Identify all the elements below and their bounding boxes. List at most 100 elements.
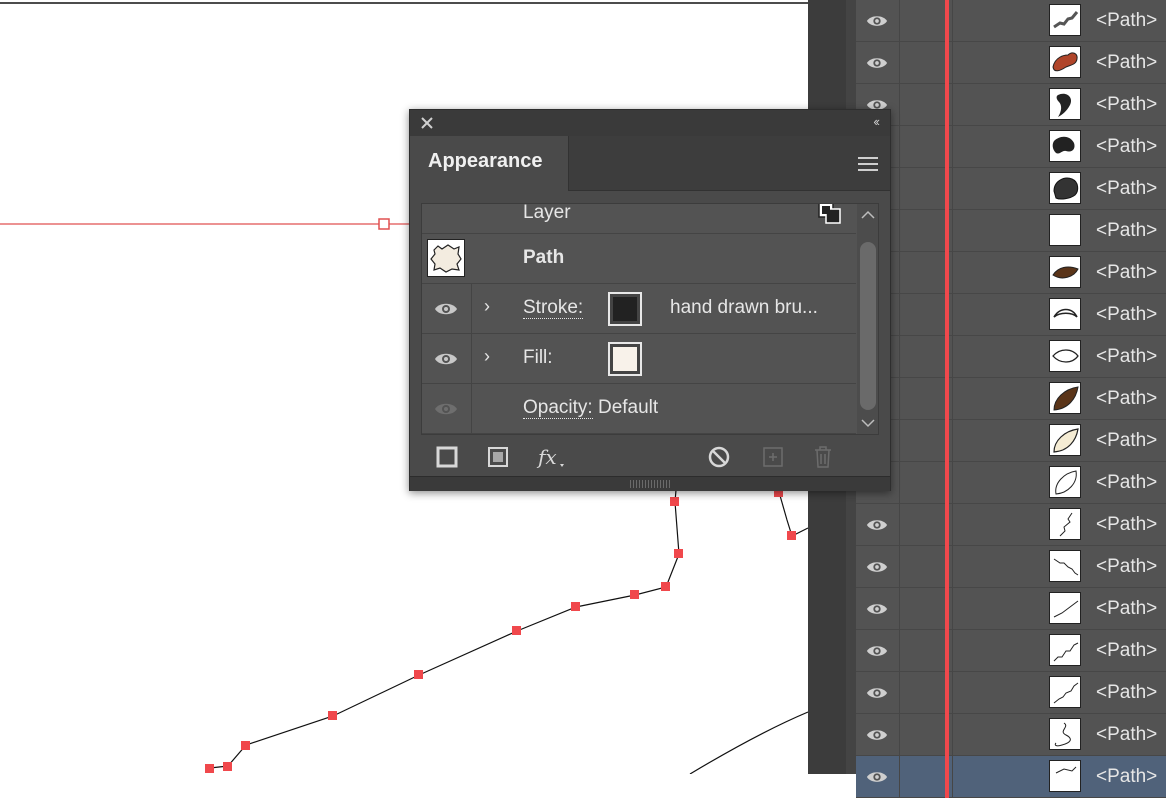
layer-row[interactable]: <Path> — [856, 546, 1166, 588]
layer-name[interactable]: <Path> — [1096, 766, 1157, 788]
layer-color-bar — [945, 420, 949, 462]
path-thumbnail — [427, 239, 465, 277]
layer-row[interactable]: <Path> — [856, 42, 1166, 84]
layer-name[interactable]: <Path> — [1096, 94, 1157, 116]
layer-color-bar — [945, 294, 949, 336]
fx-icon[interactable]: fx — [536, 444, 570, 470]
layer-name[interactable]: <Path> — [1096, 682, 1157, 704]
appearance-footer: fx — [410, 440, 890, 474]
layer-name[interactable]: <Path> — [1096, 262, 1157, 284]
layer-row[interactable]: <Path> — [856, 504, 1166, 546]
panel-resize-grip[interactable] — [410, 476, 890, 491]
layer-name[interactable]: <Path> — [1096, 304, 1157, 326]
layer-row[interactable]: <Path> — [856, 378, 1166, 420]
layer-row[interactable]: <Path> — [856, 714, 1166, 756]
layer-row[interactable]: <Path> — [856, 168, 1166, 210]
layer-row[interactable]: <Path> — [856, 336, 1166, 378]
layer-color-bar — [945, 546, 949, 588]
layer-thumbnail — [1049, 46, 1081, 78]
layer-row[interactable]: <Path> — [856, 756, 1166, 798]
scrollbar-thumb[interactable] — [860, 242, 876, 410]
stroke-value[interactable]: hand drawn bru... — [670, 297, 818, 319]
opacity-value[interactable]: Default — [598, 397, 658, 418]
stroke-swatch[interactable] — [608, 292, 642, 326]
layer-name[interactable]: <Path> — [1096, 724, 1157, 746]
visibility-eye-icon[interactable] — [866, 10, 888, 32]
visibility-eye-icon[interactable] — [866, 52, 888, 74]
layer-name[interactable]: <Path> — [1096, 136, 1157, 158]
scroll-up-icon[interactable] — [861, 210, 875, 220]
layer-color-bar — [945, 84, 949, 126]
layer-thumbnail — [1049, 550, 1081, 582]
appearance-row-path[interactable]: Path — [422, 234, 856, 284]
fill-label: Fill: — [523, 347, 553, 368]
layer-target-icon[interactable] — [818, 203, 842, 224]
stroke-visibility-icon[interactable] — [422, 284, 472, 334]
visibility-eye-icon[interactable] — [866, 724, 888, 746]
close-icon[interactable] — [418, 114, 436, 132]
opacity-label[interactable]: Opacity: — [523, 397, 593, 419]
scroll-down-icon[interactable] — [861, 418, 875, 428]
layer-row[interactable]: <Path> — [856, 252, 1166, 294]
layer-color-bar — [945, 588, 949, 630]
layer-name[interactable]: <Path> — [1096, 556, 1157, 578]
add-stroke-icon[interactable] — [434, 444, 460, 470]
layer-row[interactable]: <Path> — [856, 420, 1166, 462]
layer-thumbnail — [1049, 4, 1081, 36]
layer-thumbnail — [1049, 508, 1081, 540]
panel-titlebar[interactable]: ‹‹ — [410, 110, 890, 136]
stroke-label[interactable]: Stroke: — [523, 297, 584, 319]
fill-swatch[interactable] — [608, 342, 642, 376]
layer-row[interactable]: <Path> — [856, 294, 1166, 336]
layer-name[interactable]: <Path> — [1096, 598, 1157, 620]
layer-name[interactable]: <Path> — [1096, 472, 1157, 494]
layer-row[interactable]: <Path> — [856, 210, 1166, 252]
visibility-eye-icon[interactable] — [866, 640, 888, 662]
layer-name[interactable]: <Path> — [1096, 640, 1157, 662]
layer-color-bar — [945, 0, 949, 42]
visibility-eye-icon[interactable] — [866, 514, 888, 536]
layer-color-bar — [945, 42, 949, 84]
clear-appearance-icon[interactable] — [706, 444, 732, 470]
opacity-visibility-icon — [422, 384, 472, 434]
appearance-row-fill[interactable]: › Fill: — [422, 334, 856, 384]
layer-row[interactable]: <Path> — [856, 462, 1166, 504]
stroke-expand-chevron-icon[interactable]: › — [484, 296, 490, 317]
visibility-eye-icon[interactable] — [866, 598, 888, 620]
visibility-eye-icon[interactable] — [866, 556, 888, 578]
layer-name[interactable]: <Path> — [1096, 430, 1157, 452]
layer-row[interactable]: <Path> — [856, 84, 1166, 126]
appearance-row-stroke[interactable]: › Stroke: hand drawn bru... — [422, 284, 856, 334]
add-fill-icon[interactable] — [485, 444, 511, 470]
tab-appearance[interactable]: Appearance — [410, 136, 569, 191]
layer-name[interactable]: <Path> — [1096, 10, 1157, 32]
visibility-eye-icon[interactable] — [866, 682, 888, 704]
appearance-scrollbar[interactable] — [857, 204, 878, 434]
collapse-icon[interactable]: ‹‹ — [873, 114, 880, 129]
layer-color-bar — [945, 210, 949, 252]
layer-name[interactable]: <Path> — [1096, 514, 1157, 536]
fill-expand-chevron-icon[interactable]: › — [484, 346, 490, 367]
visibility-eye-icon[interactable] — [866, 766, 888, 788]
delete-item-icon — [815, 446, 831, 468]
layer-row[interactable]: <Path> — [856, 672, 1166, 714]
layer-color-bar — [945, 630, 949, 672]
appearance-list: Layer Path › Stroke: hand drawn bru... ›… — [421, 203, 879, 435]
layer-name[interactable]: <Path> — [1096, 346, 1157, 368]
layer-name[interactable]: <Path> — [1096, 52, 1157, 74]
layer-color-bar — [945, 756, 949, 798]
layer-name[interactable]: <Path> — [1096, 220, 1157, 242]
appearance-row-opacity[interactable]: Opacity: Default — [422, 384, 856, 434]
layer-row[interactable]: <Path> — [856, 0, 1166, 42]
appearance-row-layer[interactable]: Layer — [422, 203, 856, 234]
layer-row[interactable]: <Path> — [856, 126, 1166, 168]
layer-color-bar — [945, 126, 949, 168]
layer-thumbnail — [1049, 718, 1081, 750]
fill-visibility-icon[interactable] — [422, 334, 472, 384]
layer-row[interactable]: <Path> — [856, 630, 1166, 672]
layer-color-bar — [945, 672, 949, 714]
layer-name[interactable]: <Path> — [1096, 178, 1157, 200]
layer-row[interactable]: <Path> — [856, 588, 1166, 630]
panel-menu-icon[interactable] — [858, 156, 878, 172]
layer-name[interactable]: <Path> — [1096, 388, 1157, 410]
